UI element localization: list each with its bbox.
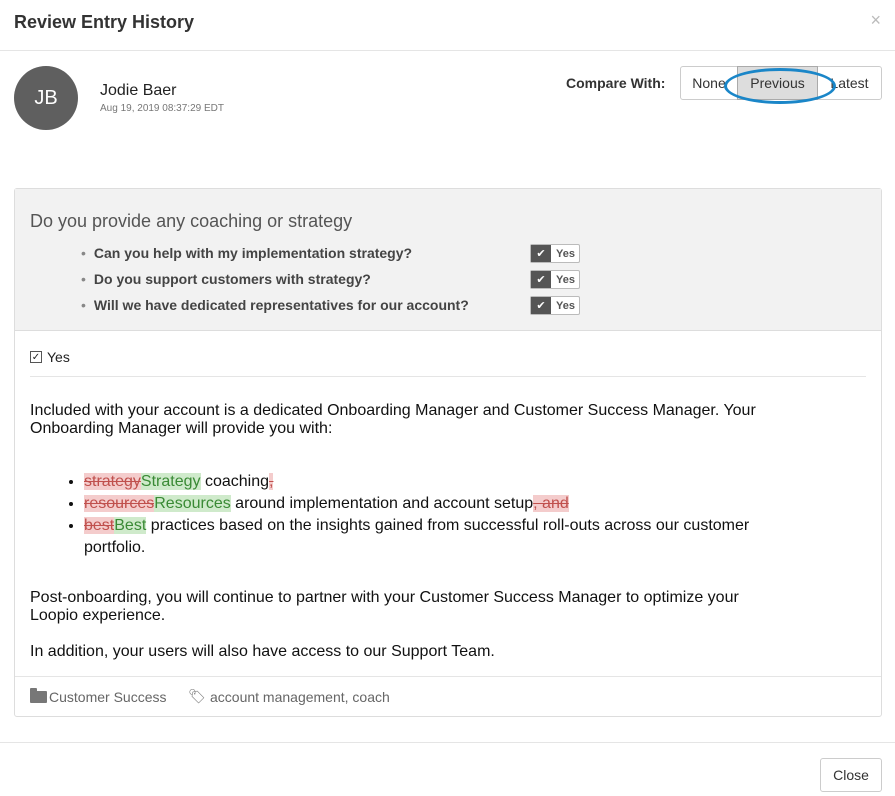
answer-post-onboarding: Post-onboarding, you will continue to pa… bbox=[30, 589, 739, 624]
list-item: resourcesResources around implementation… bbox=[84, 493, 788, 515]
alternate-question-text: Will we have dedicated representatives f… bbox=[93, 297, 469, 313]
entry-meta: Customer Success 🏷 account management, c… bbox=[15, 676, 881, 716]
alternate-question: • Do you support customers with strategy? bbox=[81, 271, 371, 287]
entry-panel: Do you provide any coaching or strategy … bbox=[14, 188, 882, 717]
answer-bullets: strategyStrategy coaching, resourcesReso… bbox=[68, 471, 788, 559]
yes-tag: ✔ Yes bbox=[530, 296, 580, 315]
check-icon: ✔ bbox=[531, 271, 551, 288]
bullet-dot-icon: • bbox=[81, 245, 86, 261]
divider bbox=[30, 376, 866, 377]
alternate-question: • Will we have dedicated representatives … bbox=[81, 297, 469, 313]
author-name: Jodie Baer bbox=[100, 82, 177, 99]
bullet-text: coaching bbox=[200, 473, 270, 490]
added-text: Strategy bbox=[140, 473, 201, 490]
bullet-text: practices based on the insights gained f… bbox=[84, 517, 750, 556]
list-item: strategyStrategy coaching, bbox=[84, 471, 788, 493]
yes-tag-label: Yes bbox=[556, 247, 575, 260]
removed-text: resources bbox=[84, 495, 155, 512]
alternate-question-text: Do you support customers with strategy? bbox=[93, 271, 371, 287]
close-button[interactable]: Close bbox=[820, 758, 882, 792]
check-icon: ✔ bbox=[531, 245, 551, 262]
list-item: bestBest practices based on the insights… bbox=[84, 515, 788, 559]
author-date: Aug 19, 2019 08:37:29 EDT bbox=[100, 103, 224, 114]
category-label[interactable]: Customer Success bbox=[49, 689, 166, 705]
removed-text: strategy bbox=[84, 473, 141, 490]
removed-text: , bbox=[269, 473, 274, 490]
tag-icon: 🏷 bbox=[188, 688, 206, 704]
yes-tag: ✔ Yes bbox=[530, 244, 580, 263]
removed-text: best bbox=[84, 517, 115, 534]
answer-checkbox-label: Yes bbox=[47, 349, 70, 365]
yes-tag-label: Yes bbox=[556, 273, 575, 286]
compare-label: Compare With: bbox=[566, 75, 666, 91]
alternate-question: • Can you help with my implementation str… bbox=[81, 245, 412, 261]
bullet-text: around implementation and account setup bbox=[230, 495, 534, 512]
avatar: JB bbox=[14, 66, 78, 130]
modal-header: Review Entry History × bbox=[0, 0, 895, 51]
checkbox-icon: ✓ bbox=[30, 351, 42, 363]
modal-title: Review Entry History bbox=[14, 12, 195, 32]
close-icon[interactable]: × bbox=[870, 10, 881, 31]
folder-icon bbox=[30, 688, 47, 703]
answer-support: In addition, your users will also have a… bbox=[30, 643, 495, 660]
yes-tag-label: Yes bbox=[556, 299, 575, 312]
modal-footer bbox=[0, 742, 895, 743]
tags-label[interactable]: account management, coach bbox=[210, 689, 390, 705]
yes-tag: ✔ Yes bbox=[530, 270, 580, 289]
compare-button-group: None Previous Latest bbox=[680, 66, 882, 104]
added-text: Resources bbox=[154, 495, 231, 512]
added-text: Best bbox=[114, 517, 147, 534]
answer-checkbox: ✓ Yes bbox=[30, 349, 70, 365]
question-title: Do you provide any coaching or strategy bbox=[30, 211, 353, 231]
check-icon: ✔ bbox=[531, 297, 551, 314]
question-box: Do you provide any coaching or strategy … bbox=[15, 189, 881, 331]
bullet-dot-icon: • bbox=[81, 297, 86, 313]
answer-intro: Included with your account is a dedicate… bbox=[30, 402, 756, 437]
alternate-question-text: Can you help with my implementation stra… bbox=[93, 245, 413, 261]
bullet-dot-icon: • bbox=[81, 271, 86, 287]
removed-text: , and bbox=[533, 495, 569, 512]
compare-previous-button[interactable]: Previous bbox=[724, 66, 836, 104]
